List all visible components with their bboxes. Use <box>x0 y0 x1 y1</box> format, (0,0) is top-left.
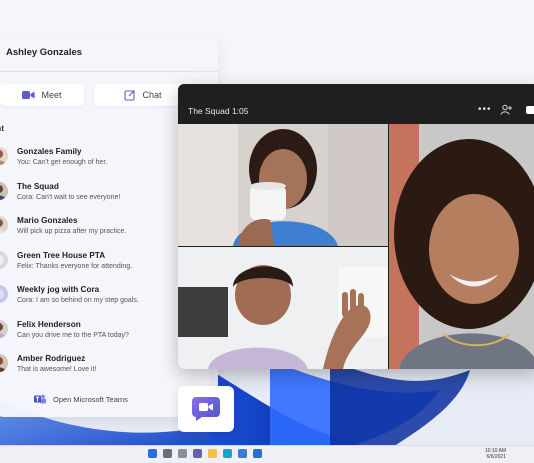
recent-section-label: nt <box>0 123 5 133</box>
avatar <box>0 354 8 372</box>
divider <box>0 71 218 72</box>
avatar <box>0 147 8 165</box>
chat-preview: Felix: Thanks everyone for attending. <box>17 262 133 270</box>
call-title: The Squad 1:05 <box>188 106 249 116</box>
clock-date: 6/6/2021 <box>486 454 506 460</box>
file-explorer-icon[interactable] <box>208 449 217 458</box>
chat-preview: That is awesome! Love it! <box>17 366 97 373</box>
chat-preview: Cora: I am so behind on my step goals. <box>17 297 139 304</box>
meet-label: Meet <box>41 90 62 100</box>
avatar <box>0 250 8 269</box>
chat-preview: Can you drive me to the PTA today? <box>17 331 129 339</box>
participant-video <box>178 247 388 369</box>
call-window: The Squad 1:05 ••• <box>178 84 534 369</box>
start-icon[interactable] <box>148 449 157 458</box>
chat-label: Chat <box>142 90 162 100</box>
video-tile-participant-3 <box>389 124 534 369</box>
chat-name: Gonzales Family <box>17 147 82 156</box>
participants-icon[interactable] <box>500 104 514 116</box>
taskbar-clock[interactable]: 10:10 AM 6/6/2021 <box>485 448 506 460</box>
chat-preview: You: Can't get enough of her. <box>17 159 108 166</box>
open-microsoft-teams-link[interactable]: Open Microsoft Teams <box>34 394 128 404</box>
open-teams-label: Open Microsoft Teams <box>53 394 128 404</box>
participant-video <box>389 124 534 369</box>
video-camera-icon <box>22 91 35 99</box>
chat-preview: Will pick up pizza after my practice. <box>17 228 127 235</box>
meet-button[interactable]: Meet <box>0 84 84 106</box>
mail-icon[interactable] <box>253 449 262 458</box>
chat-name: Amber Rodriguez <box>17 354 86 363</box>
chat-name: Weekly jog with Cora <box>17 285 100 294</box>
video-camera-icon <box>192 397 220 421</box>
chat-name: Felix Henderson <box>17 319 81 329</box>
avatar <box>0 181 8 200</box>
more-options-button[interactable]: ••• <box>478 104 492 115</box>
taskbar: 10:10 AM 6/6/2021 <box>0 445 534 463</box>
floating-meet-button[interactable] <box>178 386 234 432</box>
search-icon[interactable] <box>163 449 172 458</box>
taskbar-icons <box>148 449 262 458</box>
video-tile-participant-1 <box>178 124 388 246</box>
chat-name: Mario Gonzales <box>17 216 78 225</box>
video-tile-participant-2 <box>178 247 388 369</box>
avatar <box>0 216 8 234</box>
avatar <box>0 285 8 303</box>
avatar <box>0 319 8 338</box>
task-view-icon[interactable] <box>178 449 187 458</box>
call-control-button[interactable] <box>526 106 534 114</box>
chat-preview: Cora: Can't wait to see everyone! <box>17 193 121 201</box>
user-name: Ashley Gonzales <box>6 47 83 58</box>
store-icon[interactable] <box>238 449 247 458</box>
chat-name: Green Tree House PTA <box>17 250 106 260</box>
teams-logo-icon <box>34 394 46 404</box>
compose-icon <box>124 90 136 101</box>
edge-icon[interactable] <box>223 449 232 458</box>
chat-name: The Squad <box>17 181 59 191</box>
teams-icon[interactable] <box>193 449 202 458</box>
participant-video <box>178 124 388 246</box>
